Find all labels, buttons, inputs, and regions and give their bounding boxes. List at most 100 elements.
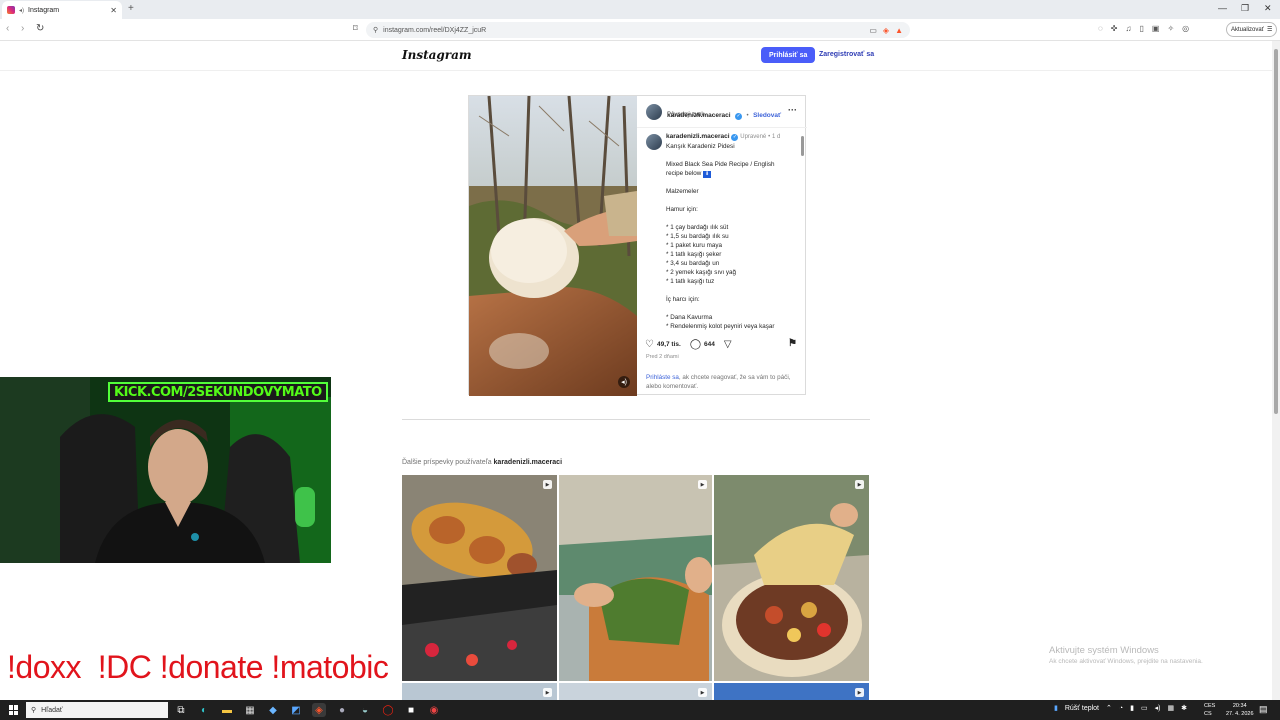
grid-post[interactable]: ▶ xyxy=(559,683,712,700)
site-info-icon[interactable]: ⚲ xyxy=(373,26,378,34)
login-prompt-link[interactable]: Prihláste sa xyxy=(646,374,679,381)
more-posts-prefix: Ďalšie príspevky používateľa xyxy=(402,459,494,466)
follow-button[interactable]: Sledovať xyxy=(753,112,781,119)
speaker-icon[interactable]: ◂) xyxy=(19,7,24,14)
forward-icon[interactable]: › xyxy=(21,23,24,34)
activation-subtitle: Ak chcete aktivovať Windows, prejdite na… xyxy=(1049,658,1203,665)
brave-rewards-icon[interactable]: ▲ xyxy=(895,26,903,35)
maximize-button[interactable]: ❐ xyxy=(1241,3,1249,14)
grid-post[interactable]: ▶ xyxy=(714,475,869,681)
display-icon[interactable]: ▭ xyxy=(1141,704,1148,712)
avatar[interactable] xyxy=(646,104,662,120)
app-icon[interactable]: ● xyxy=(335,703,349,717)
caption-line: * 2 yemek kaşığı sıvı yağ xyxy=(666,269,736,276)
windows-activation-watermark: Aktivujte systém Windows Ak chcete aktiv… xyxy=(1049,645,1203,665)
caption-username[interactable]: karadenizli.maceraci xyxy=(666,133,730,140)
minimize-button[interactable]: — xyxy=(1218,3,1227,13)
wallet-icon[interactable]: ▣ xyxy=(1152,24,1160,33)
microphone-icon[interactable]: ▮ xyxy=(1130,704,1134,712)
windows-start-icon[interactable] xyxy=(9,705,19,715)
instagram-header: Instagram Prihlásiť sa Zaregistrovať sa xyxy=(0,41,1272,71)
update-button[interactable]: Aktualizovať ☰ xyxy=(1226,22,1278,37)
grid-post[interactable]: ▶ xyxy=(402,475,557,681)
caption-avatar[interactable] xyxy=(646,134,662,150)
tray-chevron-icon[interactable]: ⌃ xyxy=(1106,704,1112,712)
vpn-icon[interactable]: ◎ xyxy=(1182,24,1189,33)
notification-icon[interactable]: ▤ xyxy=(1259,704,1268,715)
app-icon[interactable]: ■ xyxy=(404,703,418,717)
grid-post[interactable]: ▶ xyxy=(559,475,712,681)
bluetooth-icon[interactable]: ✱ xyxy=(1181,704,1187,712)
volume-icon[interactable]: ◂) xyxy=(1155,704,1161,712)
brave-taskbar-icon[interactable]: ◈ xyxy=(312,703,326,717)
grid-post[interactable]: ▶ xyxy=(402,683,557,700)
media-icon[interactable]: ♫ xyxy=(1125,24,1131,33)
more-icon[interactable]: ··· xyxy=(788,105,797,115)
comments-count: 644 xyxy=(704,340,715,348)
caption-scrollbar[interactable] xyxy=(801,132,804,328)
audio-label[interactable]: Pôvodný zvuk xyxy=(667,112,704,118)
reel-video[interactable]: ◂) xyxy=(469,96,637,396)
browser-tab-instagram[interactable]: ◂) Instagram ✕ xyxy=(2,1,122,19)
page-scrollbar[interactable] xyxy=(1272,41,1280,701)
post-time: Pred 2 dňami xyxy=(646,354,679,360)
brave-shield-icon[interactable]: ◈ xyxy=(883,26,889,35)
reel-icon: ▶ xyxy=(698,480,707,489)
steam-icon[interactable]: ◒ xyxy=(358,703,372,717)
sidebar-icon[interactable]: ▯ xyxy=(1139,24,1143,33)
puzzle-icon[interactable]: ✜ xyxy=(1111,24,1118,33)
new-tab-button[interactable]: + xyxy=(128,3,134,14)
edge-icon[interactable]: ◐ xyxy=(197,703,211,717)
weather-text[interactable]: Rúšť teplot xyxy=(1065,705,1099,712)
share-icon[interactable]: ▽ xyxy=(724,339,732,350)
tab-close-icon[interactable]: ✕ xyxy=(110,6,117,15)
reel-icon: ▶ xyxy=(855,480,864,489)
tray-app-icon[interactable]: ◔ xyxy=(1119,705,1123,712)
login-button[interactable]: Prihlásiť sa xyxy=(761,47,816,63)
grid-post[interactable]: ▶ xyxy=(714,683,869,700)
weather-icon[interactable]: ▮ xyxy=(1054,704,1058,712)
tab-title: Instagram xyxy=(28,6,60,14)
taskbar-search[interactable]: ⚲ Hľadať xyxy=(26,702,168,718)
caption-line xyxy=(666,214,796,223)
grid-post-thumbnail xyxy=(559,475,712,681)
extension-icon[interactable]: ◌ xyxy=(1098,24,1103,33)
mute-icon[interactable]: ◂) xyxy=(618,376,630,388)
store-icon[interactable]: ▦ xyxy=(243,703,257,717)
mail-icon[interactable]: ◩ xyxy=(289,703,303,717)
signup-link[interactable]: Zaregistrovať sa xyxy=(819,51,874,58)
comment-icon[interactable]: ◯ xyxy=(690,339,701,350)
search-icon: ⚲ xyxy=(31,707,37,714)
leo-icon[interactable]: ✧ xyxy=(1167,24,1174,33)
instagram-logo[interactable]: Instagram xyxy=(402,48,472,62)
back-icon[interactable]: ‹ xyxy=(6,23,9,34)
opera-icon[interactable]: ◯ xyxy=(381,703,395,717)
more-posts-user[interactable]: karadenizli.maceraci xyxy=(494,459,563,466)
heart-icon[interactable]: ♡ xyxy=(645,339,654,350)
caption-header: karadenizli.maceraci ✓ Upravené • 1 d xyxy=(666,133,780,141)
app-icon[interactable]: ◆ xyxy=(266,703,280,717)
file-explorer-icon[interactable]: ▬ xyxy=(220,703,234,717)
menu-icon[interactable]: ☰ xyxy=(1267,26,1272,33)
caption-line xyxy=(666,196,796,205)
caption-line: * 1 tatlı kaşığı tuz xyxy=(666,278,715,285)
caption-area: karadenizli.maceraci ✓ Upravené • 1 d Ka… xyxy=(637,130,807,330)
taskbar-clock[interactable]: 20:34 27. 4. 2026 xyxy=(1226,702,1254,718)
caption-line: * 1,5 su bardağı ılık su xyxy=(666,233,729,240)
save-icon[interactable]: ⚑ xyxy=(788,338,797,349)
bookmark-icon[interactable]: ⌑ xyxy=(353,23,358,34)
app-icon[interactable]: ◉ xyxy=(427,703,441,717)
update-label: Aktualizovať xyxy=(1231,26,1264,33)
browser-tabstrip: ◂) Instagram ✕ + — ❐ ✕ xyxy=(0,0,1280,19)
address-bar[interactable]: ⚲ instagram.com/reel/DXj4ZZ_jcuR ▭ ◈ ▲ xyxy=(366,22,910,38)
language-indicator[interactable]: CES CS xyxy=(1204,702,1215,718)
task-view-icon[interactable]: ⧉ xyxy=(174,703,188,717)
separator-dot: • xyxy=(768,134,771,140)
window-close-button[interactable]: ✕ xyxy=(1264,3,1272,14)
caption-line xyxy=(666,286,796,295)
network-icon[interactable]: ▦ xyxy=(1167,704,1174,712)
caption-line: Malzemeler xyxy=(666,188,699,195)
reload-icon[interactable]: ↻ xyxy=(36,23,44,34)
install-app-icon[interactable]: ▭ xyxy=(869,26,877,35)
caption-line: Mixed Black Sea Pide Recipe / English xyxy=(666,161,775,168)
